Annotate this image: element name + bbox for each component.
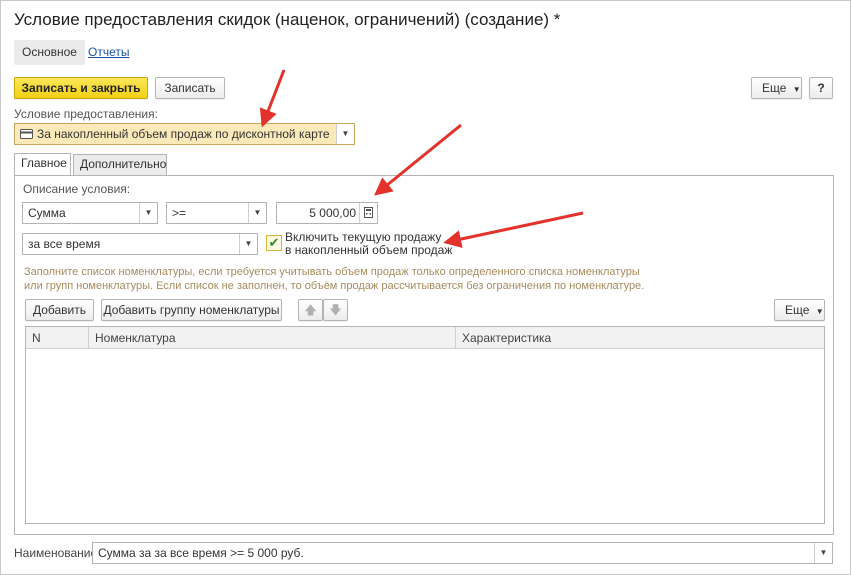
amount-input[interactable]: 5 000,00: [276, 202, 378, 224]
nomenclature-hint-line1: Заполните список номенклатуры, если треб…: [24, 266, 640, 278]
arrow-up-icon: 🡅: [304, 303, 317, 317]
move-up-button[interactable]: 🡅: [298, 299, 323, 321]
nomenclature-table[interactable]: N Номенклатура Характеристика: [25, 326, 825, 524]
nav-reports-link[interactable]: Отчеты: [80, 40, 137, 65]
nomenclature-hint: Заполните список номенклатуры, если треб…: [24, 265, 644, 293]
save-and-close-button[interactable]: Записать и закрыть: [14, 77, 148, 99]
table-header: N Номенклатура Характеристика: [26, 327, 824, 349]
condition-select-value: За накопленный объем продаж по дисконтно…: [37, 127, 330, 141]
name-input-value: Сумма за за все время >= 5 000 руб.: [98, 546, 304, 560]
column-header-nomenclature[interactable]: Номенклатура: [89, 327, 456, 349]
column-header-characteristic[interactable]: Характеристика: [456, 327, 824, 349]
list-more-button[interactable]: Еще ▼: [774, 299, 825, 321]
nav-main-tab[interactable]: Основное: [14, 40, 85, 65]
include-current-sale-label-line2: в накопленный объем продаж: [285, 243, 453, 257]
operator-select-value: >=: [172, 206, 187, 220]
chevron-down-icon[interactable]: ▼: [248, 203, 266, 223]
more-button[interactable]: Еще ▼: [751, 77, 802, 99]
save-button[interactable]: Записать: [155, 77, 225, 99]
amount-input-value: 5 000,00: [309, 206, 356, 220]
include-current-sale-checkbox[interactable]: ✔: [266, 235, 282, 251]
condition-label: Условие предоставления:: [14, 107, 158, 121]
nomenclature-hint-line2: или групп номенклатуры. Если список не з…: [24, 280, 645, 292]
discount-card-icon: [20, 129, 33, 139]
period-select[interactable]: за все время ▼: [22, 233, 258, 255]
chevron-down-icon[interactable]: ▼: [239, 234, 257, 254]
arrow-down-icon: 🡇: [329, 303, 342, 317]
period-select-value: за все время: [28, 237, 101, 251]
type-select[interactable]: Сумма ▼: [22, 202, 158, 224]
chevron-down-icon: ▼: [815, 307, 824, 316]
name-label: Наименование:: [14, 546, 101, 560]
more-button-label: Еще: [762, 81, 787, 95]
include-current-sale-label[interactable]: Включить текущую продажу в накопленный о…: [285, 231, 452, 257]
tab-main[interactable]: Главное: [14, 153, 71, 175]
list-more-button-label: Еще: [785, 303, 810, 317]
calculator-icon[interactable]: [359, 203, 377, 223]
condition-select[interactable]: За накопленный объем продаж по дисконтно…: [14, 123, 355, 145]
add-group-button[interactable]: Добавить группу номенклатуры: [101, 299, 282, 321]
operator-select[interactable]: >= ▼: [166, 202, 267, 224]
column-header-n[interactable]: N: [26, 327, 89, 349]
chevron-down-icon: ▼: [792, 85, 801, 94]
name-input[interactable]: Сумма за за все время >= 5 000 руб. ▼: [92, 542, 833, 564]
chevron-down-icon[interactable]: ▼: [814, 543, 832, 563]
checkmark-icon: ✔: [268, 235, 280, 250]
type-select-value: Сумма: [28, 206, 66, 220]
description-label: Описание условия:: [23, 182, 131, 196]
window-title: Условие предоставления скидок (наценок, …: [14, 10, 561, 29]
help-button[interactable]: ?: [809, 77, 833, 99]
move-down-button[interactable]: 🡇: [323, 299, 348, 321]
add-button[interactable]: Добавить: [25, 299, 94, 321]
chevron-down-icon[interactable]: ▼: [336, 124, 354, 144]
chevron-down-icon[interactable]: ▼: [139, 203, 157, 223]
tab-extra[interactable]: Дополнительно: [73, 154, 167, 175]
